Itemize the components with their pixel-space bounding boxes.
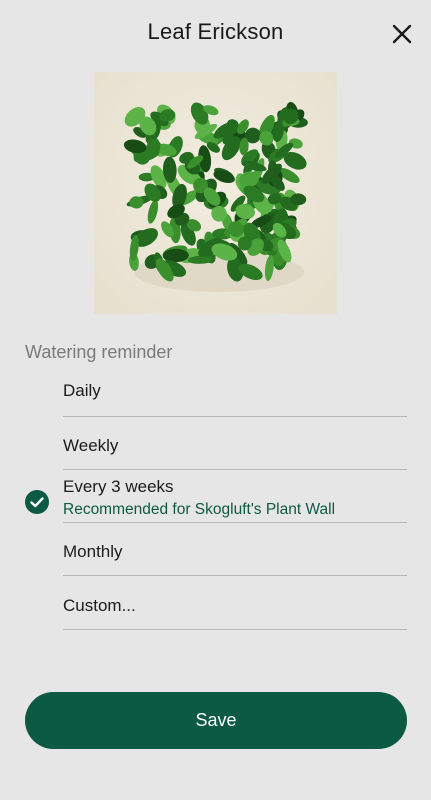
plant-wall-illustration [94, 72, 337, 314]
plant-image [94, 72, 337, 314]
save-button[interactable]: Save [25, 692, 407, 749]
option-label: Every 3 weeks [63, 477, 174, 496]
option-recommendation: Recommended for Skogluft's Plant Wall [63, 501, 336, 518]
option-label: Monthly [63, 542, 123, 561]
option-label: Daily [63, 381, 101, 400]
option-daily[interactable]: Daily [0, 364, 431, 417]
close-icon[interactable] [388, 20, 416, 48]
check-circle-icon [25, 490, 49, 514]
close-button[interactable] [388, 20, 416, 48]
option-every-3-weeks[interactable]: Every 3 weeks Recommended for Skogluft's… [0, 470, 431, 523]
option-monthly[interactable]: Monthly [0, 523, 431, 576]
option-label: Weekly [63, 436, 119, 455]
divider [63, 629, 407, 630]
header: Leaf Erickson [0, 0, 431, 66]
option-weekly[interactable]: Weekly [0, 417, 431, 470]
page-title: Leaf Erickson [147, 19, 284, 44]
section-label: Watering reminder [25, 342, 173, 362]
option-custom[interactable]: Custom... [0, 577, 431, 630]
option-label: Custom... [63, 596, 136, 615]
divider [63, 575, 407, 576]
